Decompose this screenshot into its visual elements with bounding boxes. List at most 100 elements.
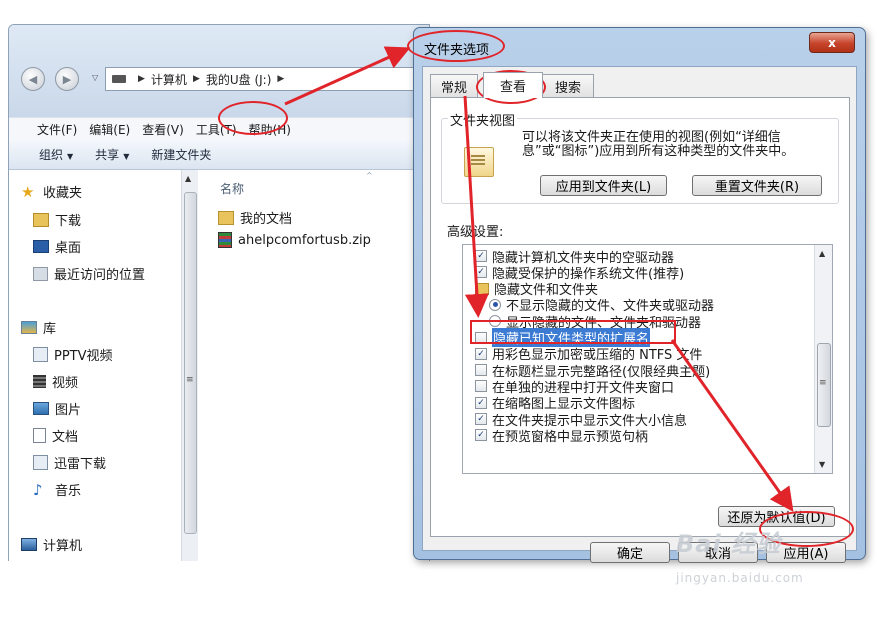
breadcrumb-chevron-icon[interactable]: ▶ — [193, 74, 200, 84]
setting-row[interactable]: ✓ 用彩色显示加密或压缩的 NTFS 文件 — [463, 346, 814, 364]
setting-label: 在标题栏显示完整路径(仅限经典主题) — [492, 364, 711, 380]
menu-view[interactable]: 查看(V) — [136, 121, 190, 138]
breadcrumb-chevron-icon[interactable]: ▶ — [138, 74, 145, 84]
nav-favorites[interactable]: ★ 收藏夹 — [21, 182, 82, 201]
checkbox-unchecked[interactable] — [475, 364, 487, 377]
setting-row[interactable]: 在单独的进程中打开文件夹窗口 — [463, 378, 814, 396]
setting-row[interactable]: 在标题栏显示完整路径(仅限经典主题) — [463, 362, 814, 380]
document-icon — [33, 428, 46, 443]
chevron-down-icon: ▼ — [67, 151, 74, 161]
nav-libraries[interactable]: 库 — [21, 318, 56, 337]
nav-label: 视频 — [52, 376, 79, 391]
nav-recent-places[interactable]: 最近访问的位置 — [33, 264, 145, 283]
scroll-down-icon[interactable]: ▼ — [819, 460, 825, 469]
scrollbar-thumb[interactable] — [184, 192, 197, 534]
nav-pptv-videos[interactable]: PPTV视频 — [33, 345, 113, 364]
breadcrumb-chevron-icon[interactable]: ▶ — [277, 74, 284, 84]
folder-options-dialog: 文件夹选项 x 常规 查看 搜索 文件夹视图 可以将该文件夹正在使用的视图(例如… — [413, 27, 866, 563]
setting-row[interactable]: ✓ 在缩略图上显示文件图标 — [463, 395, 814, 412]
chevron-down-icon: ▼ — [123, 151, 130, 161]
checkbox-checked[interactable]: ✓ — [475, 396, 487, 409]
computer-icon — [21, 538, 37, 551]
checkbox-unchecked[interactable] — [475, 380, 487, 393]
tab-view[interactable]: 查看 — [483, 72, 543, 98]
explorer-window: ◀ ▶ ▽ ▶ 计算机 ▶ 我的U盘 (J:) ▶ 文件(F) 编辑(E) 查看… — [8, 24, 430, 561]
checkbox-checked[interactable]: ✓ — [475, 250, 487, 262]
nav-videos[interactable]: 视频 — [33, 372, 78, 391]
forward-arrow-icon: ▶ — [62, 72, 72, 86]
folder-view-description: 可以将该文件夹正在使用的视图(例如“详细信息”或“图标”)应用到所有这种类型的文… — [522, 130, 795, 159]
star-icon: ★ — [21, 182, 35, 201]
nav-label: 下载 — [55, 214, 82, 229]
forward-button[interactable]: ▶ — [55, 67, 79, 91]
column-header-name[interactable]: 名称 — [220, 180, 244, 197]
checkbox-checked[interactable]: ✓ — [475, 429, 487, 442]
file-name: ahelpcomfortusb.zip — [238, 232, 371, 248]
nav-downloads[interactable]: 下载 — [33, 210, 81, 229]
organize-label: 组织 — [39, 147, 64, 162]
file-row[interactable]: ahelpcomfortusb.zip — [218, 232, 371, 248]
nav-pictures[interactable]: 图片 — [33, 399, 81, 418]
scroll-up-icon[interactable]: ▲ — [819, 249, 825, 258]
ok-button[interactable]: 确定 — [590, 542, 670, 563]
nav-desktop[interactable]: 桌面 — [33, 237, 81, 256]
back-button[interactable]: ◀ — [21, 67, 45, 91]
nav-pane-scrollbar[interactable]: ▲ ≡ — [181, 170, 198, 561]
baidu-jingyan-watermark: Bai 经验 jingyan.baidu.com — [676, 524, 804, 585]
checkbox-checked[interactable]: ✓ — [475, 413, 487, 425]
tab-search[interactable]: 搜索 — [542, 74, 594, 97]
checkbox-checked[interactable]: ✓ — [475, 347, 487, 360]
dialog-body: 常规 查看 搜索 文件夹视图 可以将该文件夹正在使用的视图(例如“详细信息”或“… — [422, 66, 857, 563]
address-bar[interactable]: ▶ 计算机 ▶ 我的U盘 (J:) ▶ — [105, 67, 429, 91]
setting-row[interactable]: ✓ 隐藏计算机文件夹中的空驱动器 — [463, 248, 814, 266]
nav-label: PPTV视频 — [54, 349, 113, 364]
file-name: 我的文档 — [240, 212, 293, 227]
film-icon — [33, 375, 46, 388]
radio-selected[interactable] — [489, 298, 501, 311]
breadcrumb-usb-drive[interactable]: 我的U盘 (J:) — [206, 71, 272, 88]
setting-row[interactable]: ✓ 在预览窗格中显示预览句柄 — [463, 427, 814, 445]
setting-label: 用彩色显示加密或压缩的 NTFS 文件 — [492, 348, 703, 364]
breadcrumb-computer[interactable]: 计算机 — [151, 71, 187, 88]
recent-places-icon — [33, 266, 48, 281]
checkbox-checked[interactable]: ✓ — [475, 266, 487, 279]
setting-row[interactable]: 隐藏文件和文件夹 — [463, 281, 814, 299]
organize-button[interactable]: 组织 ▼ — [39, 146, 73, 163]
recent-pages-chevron-icon[interactable]: ▽ — [92, 73, 98, 82]
setting-label: 在单独的进程中打开文件夹窗口 — [492, 380, 675, 396]
annotation-box-hide-extensions — [470, 320, 676, 344]
nav-label: 图片 — [55, 403, 82, 418]
setting-label: 隐藏受保护的操作系统文件(推荐) — [492, 266, 685, 282]
nav-computer[interactable]: 计算机 — [21, 535, 82, 554]
folder-view-label: 文件夹视图 — [448, 110, 518, 129]
computer-icon — [112, 75, 126, 83]
nav-documents[interactable]: 文档 — [33, 426, 78, 445]
scroll-up-icon[interactable]: ▲ — [185, 174, 191, 183]
sort-ascending-icon: ^ — [366, 171, 373, 180]
folder-icon — [475, 282, 489, 295]
nav-music[interactable]: ♪ 音乐 — [33, 480, 81, 499]
reset-folders-button[interactable]: 重置文件夹(R) — [692, 175, 822, 196]
nav-xunlei-downloads[interactable]: 迅雷下载 — [33, 453, 106, 472]
file-row[interactable]: 我的文档 — [218, 208, 292, 227]
setting-row[interactable]: ✓ 在文件夹提示中显示文件大小信息 — [463, 411, 814, 429]
zip-archive-icon — [218, 232, 232, 248]
setting-label: 在预览窗格中显示预览句柄 — [492, 429, 649, 445]
setting-row[interactable]: ✓ 隐藏受保护的操作系统文件(推荐) — [463, 264, 814, 282]
tab-general[interactable]: 常规 — [430, 74, 478, 97]
menu-edit[interactable]: 编辑(E) — [83, 121, 136, 138]
share-button[interactable]: 共享 ▼ — [95, 146, 129, 163]
settings-list-scrollbar[interactable]: ▲ ≡ ▼ — [814, 245, 832, 473]
setting-row[interactable]: 不显示隐藏的文件、文件夹或驱动器 — [463, 297, 814, 314]
setting-label: 在文件夹提示中显示文件大小信息 — [492, 413, 688, 429]
nav-label: 计算机 — [43, 539, 83, 554]
watermark-site: jingyan.baidu.com — [676, 571, 804, 585]
back-arrow-icon: ◀ — [28, 72, 38, 86]
folder-icon — [218, 210, 234, 225]
menu-file[interactable]: 文件(F) — [31, 121, 83, 138]
advanced-settings-list[interactable]: ✓ 在预览窗格中显示预览句柄 ✓ 在文件夹提示中显示文件大小信息 ✓ 在缩略图上显示文件图… — [462, 244, 833, 474]
new-folder-button[interactable]: 新建文件夹 — [151, 146, 211, 163]
close-button[interactable]: x — [809, 32, 855, 53]
setting-label: 隐藏文件和文件夹 — [494, 283, 599, 299]
apply-to-folders-button[interactable]: 应用到文件夹(L) — [540, 175, 667, 196]
